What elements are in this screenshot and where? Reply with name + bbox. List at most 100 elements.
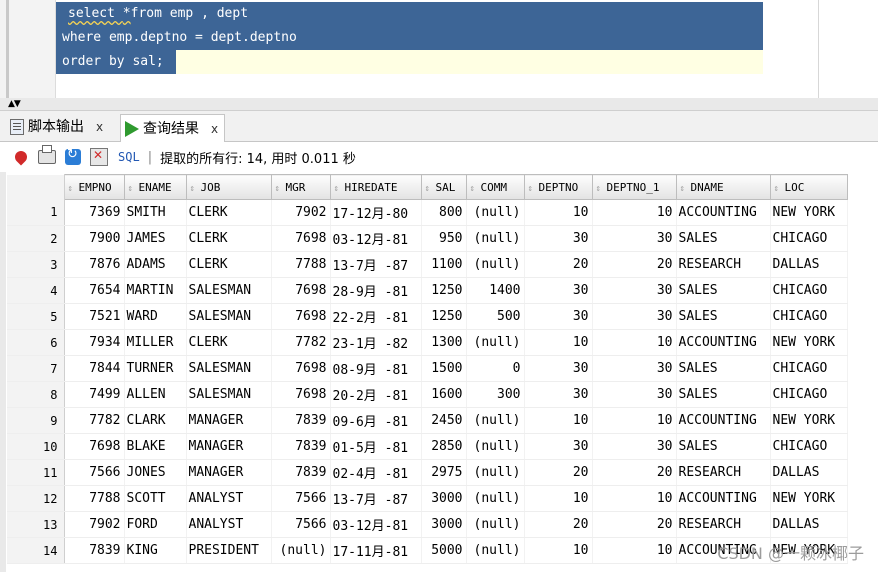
table-cell[interactable]: MILLER [124,329,187,356]
refresh-button[interactable] [62,146,84,168]
table-cell[interactable]: 30 [592,381,677,408]
table-cell[interactable]: FORD [124,511,187,538]
table-cell[interactable]: 7844 [64,355,125,382]
table-cell[interactable]: 17-11月-81 [330,537,422,564]
table-row[interactable]: 2 7900 JAMES CLERK 7698 03-12月-81 950 (null) 30 3… [7,225,848,252]
table-cell[interactable]: 30 [524,303,593,330]
table-cell[interactable]: 30 [524,277,593,304]
result-grid[interactable]: ⇕ EMPNO ⇕ ENAME ⇕ JOB ⇕ MGR ⇕ HIREDATE ⇕ SAL ⇕ COMM ⇕ D… [7,174,848,564]
table-cell[interactable]: CLERK [186,199,272,226]
table-cell[interactable]: 30 [592,225,677,252]
table-cell[interactable]: 10 [592,407,677,434]
table-cell[interactable]: TURNER [124,355,187,382]
table-cell[interactable]: (null) [466,225,525,252]
tab-close-icon[interactable]: x [96,114,103,140]
table-cell[interactable]: SALESMAN [186,303,272,330]
clear-button[interactable] [88,146,110,168]
table-cell[interactable]: 7566 [271,485,331,512]
table-cell[interactable]: CLERK [186,251,272,278]
column-header[interactable]: ⇕ ENAME [123,174,187,200]
table-cell[interactable]: 20 [592,251,677,278]
table-cell[interactable]: NEW YORK [770,485,848,512]
table-cell[interactable]: 30 [592,303,677,330]
sql-button[interactable]: SQL [118,150,140,164]
code-line-2[interactable]: where emp.deptno = dept.deptno [56,26,763,50]
column-header[interactable]: ⇕ DEPTNO [523,174,593,200]
table-cell[interactable]: 20 [592,511,677,538]
table-cell[interactable]: JONES [124,459,187,486]
table-cell[interactable]: 22-2月 -81 [330,303,422,330]
table-cell[interactable]: 7698 [271,303,331,330]
table-cell[interactable]: (null) [466,251,525,278]
table-cell[interactable]: 01-5月 -81 [330,433,422,460]
table-row[interactable]: 3 7876 ADAMS CLERK 7788 13-7月 -87 1100 (null) 20… [7,251,848,278]
splitter-arrows-icon[interactable]: ▲▼ [8,98,21,110]
table-cell[interactable]: 10 [524,407,593,434]
table-cell[interactable]: 1250 [421,277,467,304]
table-cell[interactable]: 7839 [271,407,331,434]
column-header[interactable]: ⇕ SAL [420,174,467,200]
table-cell[interactable]: ANALYST [186,511,272,538]
table-cell[interactable]: 09-6月 -81 [330,407,422,434]
table-cell[interactable]: 7698 [271,277,331,304]
table-cell[interactable]: 20 [592,459,677,486]
table-cell[interactable]: 13-7月 -87 [330,485,422,512]
table-row[interactable]: 4 7654 MARTIN SALESMAN 7698 28-9月 -81 1250 1400… [7,277,848,304]
table-cell[interactable]: (null) [466,459,525,486]
table-cell[interactable]: NEW YORK [770,329,848,356]
table-cell[interactable]: (null) [466,537,525,564]
table-cell[interactable]: 10 [524,329,593,356]
table-cell[interactable]: 3000 [421,511,467,538]
table-cell[interactable]: 1400 [466,277,525,304]
table-cell[interactable]: 5000 [421,537,467,564]
table-cell[interactable]: 7698 [271,381,331,408]
table-cell[interactable]: 10 [524,537,593,564]
table-cell[interactable]: DALLAS [770,511,848,538]
pin-button[interactable] [10,146,32,168]
table-cell[interactable]: CHICAGO [770,381,848,408]
table-cell[interactable]: 7782 [64,407,125,434]
column-header[interactable]: ⇕ MGR [270,174,331,200]
table-cell[interactable]: 7900 [64,225,125,252]
table-cell[interactable]: ACCOUNTING [676,329,771,356]
table-cell[interactable]: 08-9月 -81 [330,355,422,382]
table-cell[interactable]: SALES [676,355,771,382]
table-cell[interactable]: 30 [592,433,677,460]
table-row[interactable]: 5 7521 WARD SALESMAN 7698 22-2月 -81 1250 500 30 3… [7,303,848,330]
table-cell[interactable]: SALES [676,381,771,408]
column-header[interactable]: ⇕ DNAME [675,174,771,200]
table-cell[interactable]: 10 [592,537,677,564]
code-line-3[interactable]: order by sal; [56,50,176,74]
table-cell[interactable]: SALES [676,303,771,330]
table-cell[interactable]: 28-9月 -81 [330,277,422,304]
table-cell[interactable]: 20 [524,251,593,278]
table-cell[interactable]: CHICAGO [770,355,848,382]
column-header[interactable]: ⇕ JOB [185,174,272,200]
table-cell[interactable]: 7788 [271,251,331,278]
table-row[interactable]: 10 7698 BLAKE MANAGER 7839 01-5月 -81 2850 (null… [7,433,848,460]
table-cell[interactable]: 30 [592,355,677,382]
table-cell[interactable]: 13-7月 -87 [330,251,422,278]
table-cell[interactable]: 03-12月-81 [330,225,422,252]
table-cell[interactable]: 03-12月-81 [330,511,422,538]
table-cell[interactable]: 1300 [421,329,467,356]
table-cell[interactable]: 800 [421,199,467,226]
table-cell[interactable]: 30 [524,225,593,252]
tab-query-result[interactable]: 查询结果 x [120,114,226,142]
table-cell[interactable]: KING [124,537,187,564]
table-cell[interactable]: CHICAGO [770,303,848,330]
table-cell[interactable]: 7698 [64,433,125,460]
table-cell[interactable]: 7839 [271,459,331,486]
table-cell[interactable]: 23-1月 -82 [330,329,422,356]
code-line-1[interactable]: select *from emp , dept [56,2,763,26]
column-header[interactable]: ⇕ HIREDATE [329,174,422,200]
table-cell[interactable]: (null) [466,433,525,460]
table-cell[interactable]: ACCOUNTING [676,485,771,512]
table-cell[interactable]: MARTIN [124,277,187,304]
table-cell[interactable]: (null) [466,485,525,512]
table-cell[interactable]: DALLAS [770,459,848,486]
table-cell[interactable]: 2450 [421,407,467,434]
table-row[interactable]: 7 7844 TURNER SALESMAN 7698 08-9月 -81 1500 0 30 3… [7,355,848,382]
table-cell[interactable]: 1250 [421,303,467,330]
table-cell[interactable]: ACCOUNTING [676,407,771,434]
